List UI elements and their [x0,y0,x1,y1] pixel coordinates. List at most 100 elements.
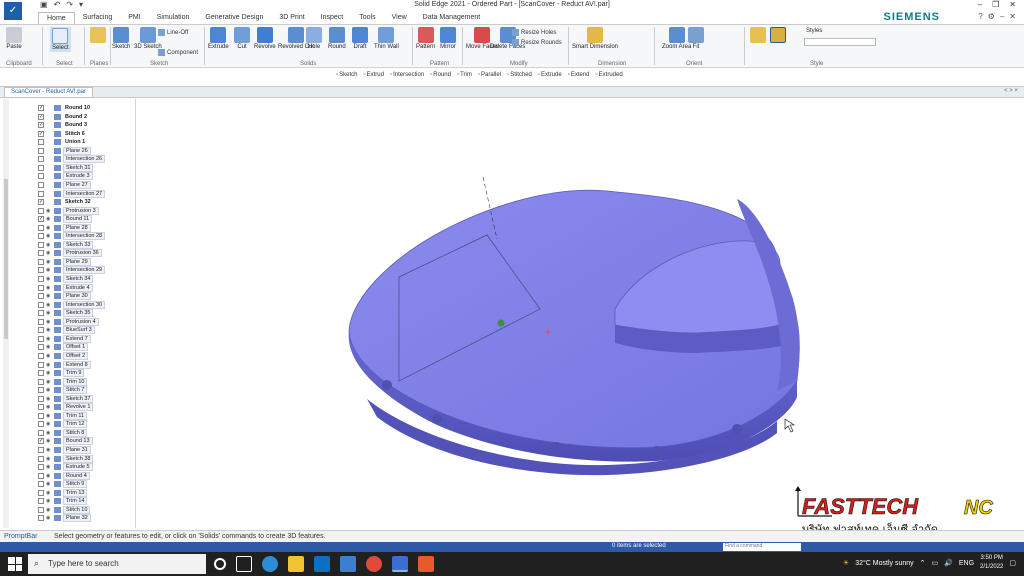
tree-node[interactable]: ◉ Offset 1 [38,343,89,352]
eye-icon[interactable]: ◉ [46,447,52,453]
tree-node-checkbox[interactable] [38,447,44,453]
eye-icon[interactable]: ◉ [46,490,52,496]
cut-button[interactable]: Cut [234,27,250,50]
eye-icon[interactable]: ◉ [46,498,52,504]
tree-node-checkbox[interactable] [38,233,44,240]
thin-wall-button[interactable]: Thin Wall [374,27,399,50]
eye-icon[interactable]: ◉ [46,267,52,273]
tree-node-checkbox[interactable]: ✓ [38,130,44,137]
tree-node-checkbox[interactable] [38,190,44,197]
eye-icon[interactable]: ◉ [46,293,52,299]
select-button[interactable]: Select [50,27,71,52]
round-button[interactable]: Round [328,27,346,50]
tree-node-checkbox[interactable] [38,156,44,163]
command-bar-item[interactable]: Extruded [596,72,623,78]
tree-node[interactable]: ◉ Intersection 29 [38,266,106,275]
sketch-button[interactable]: Sketch [112,27,130,50]
eye-icon[interactable]: ◉ [46,438,52,444]
resize-rounds-button[interactable]: Resize Rounds [512,39,562,46]
command-bar-item[interactable]: Round [430,72,451,78]
tree-node-checkbox[interactable] [38,241,44,248]
command-finder-input[interactable]: Find a command [723,543,801,551]
cortana-icon[interactable] [214,558,226,570]
tree-node-checkbox[interactable] [38,455,44,462]
tree-node[interactable]: ◉ Plane 32 [38,514,91,523]
help-icon[interactable]: ? [978,12,982,21]
tree-node[interactable]: ◉ Protrusion 36 [38,249,102,258]
close-icon[interactable]: ✕ [1009,0,1016,9]
component-button[interactable]: Component [158,49,198,56]
eye-icon[interactable]: ◉ [46,421,52,427]
tree-node[interactable]: ◉ Plane 31 [38,446,91,454]
paste-button[interactable]: Paste [6,27,22,50]
eye-icon[interactable]: ◉ [46,233,52,239]
tree-node-checkbox[interactable]: ✓ [38,113,44,120]
tree-node[interactable]: Union 1 [38,138,88,146]
tree-node[interactable]: ◉ Extend 7 [38,334,91,343]
eye-icon[interactable]: ◉ [46,515,52,521]
tree-node[interactable]: ◉ Trim 12 [38,420,88,429]
tree-node-checkbox[interactable]: ✓ [38,216,44,223]
tree-node[interactable]: ◉ Protrusion 3 [38,206,99,215]
tree-node-checkbox[interactable] [38,498,44,505]
tree-node[interactable]: ◉ Offset 2 [38,351,89,360]
tree-scrollbar[interactable] [3,99,9,528]
volume-icon[interactable]: 🔊 [944,559,953,567]
eye-icon[interactable]: ◉ [46,327,52,333]
tree-node[interactable]: ◉ Sketch 33 [38,240,94,249]
fit-button[interactable]: Fit [688,27,704,50]
command-bar-item[interactable]: Extend [568,72,590,78]
tab-inspect[interactable]: Inspect [313,12,352,24]
tree-node-checkbox[interactable] [38,506,44,513]
tree-node[interactable]: Intersection 27 [38,189,106,198]
tree-node[interactable]: ◉ BlueSurf 3 [38,326,95,335]
tree-node[interactable]: ◉ Plane 28 [38,223,91,232]
tree-node[interactable]: ◉ Trim 13 [38,488,88,497]
eye-icon[interactable]: ◉ [46,362,52,368]
hole-button[interactable]: Hole [306,27,322,50]
tray-overflow-icon[interactable]: ⌃ [920,559,926,567]
file-explorer-icon[interactable] [288,556,304,572]
tree-node[interactable]: ◉ Intersection 30 [38,300,106,309]
tree-node-checkbox[interactable] [38,164,44,171]
tree-node-checkbox[interactable] [38,464,44,471]
styles-dropdown[interactable] [804,38,876,46]
eye-icon[interactable]: ◉ [46,387,52,393]
eye-icon[interactable]: ◉ [46,353,52,359]
eye-icon[interactable]: ◉ [46,481,52,487]
chrome-icon[interactable] [366,556,382,572]
tree-node-checkbox[interactable] [38,250,44,257]
tree-node-checkbox[interactable] [38,404,44,411]
smart-dimension-button[interactable]: Smart Dimension [572,27,618,50]
store-icon[interactable] [340,556,356,572]
close-doc-icon[interactable]: ✕ [1009,12,1016,21]
tree-node-checkbox[interactable] [38,284,44,291]
eye-icon[interactable]: ◉ [46,276,52,282]
tab-3d-print[interactable]: 3D Print [271,12,312,24]
tree-node[interactable]: ◉ Stitch 10 [38,505,91,514]
tree-node-checkbox[interactable] [38,310,44,317]
tree-node-checkbox[interactable] [38,327,44,334]
tree-node[interactable]: ◉ Round 4 [38,471,90,480]
tree-node-checkbox[interactable] [38,318,44,325]
tree-node-checkbox[interactable] [38,370,44,377]
settings-icon[interactable]: ⚙ [988,12,995,21]
eye-icon[interactable]: ◉ [46,285,52,291]
eye-icon[interactable]: ◉ [46,456,52,462]
tree-node-checkbox[interactable] [38,481,44,488]
tree-node-checkbox[interactable]: ✓ [38,199,44,206]
tree-node-checkbox[interactable] [38,181,44,188]
shaded-view-button[interactable] [770,27,786,44]
tree-node[interactable]: ◉ Sketch 38 [38,454,94,463]
eye-icon[interactable]: ◉ [46,216,52,222]
eye-icon[interactable]: ◉ [46,242,52,248]
eye-icon[interactable]: ◉ [46,208,52,214]
tree-node-checkbox[interactable] [38,395,44,402]
tree-node[interactable]: ◉ Sketch 35 [38,309,94,318]
line-off-button[interactable]: Line-Off [158,29,188,36]
command-bar-item[interactable]: Extrud [363,72,384,78]
minimize-ribbon-icon[interactable]: – [1000,12,1004,21]
mail-icon[interactable] [314,556,330,572]
eye-icon[interactable]: ◉ [46,310,52,316]
eye-icon[interactable]: ◉ [46,396,52,402]
